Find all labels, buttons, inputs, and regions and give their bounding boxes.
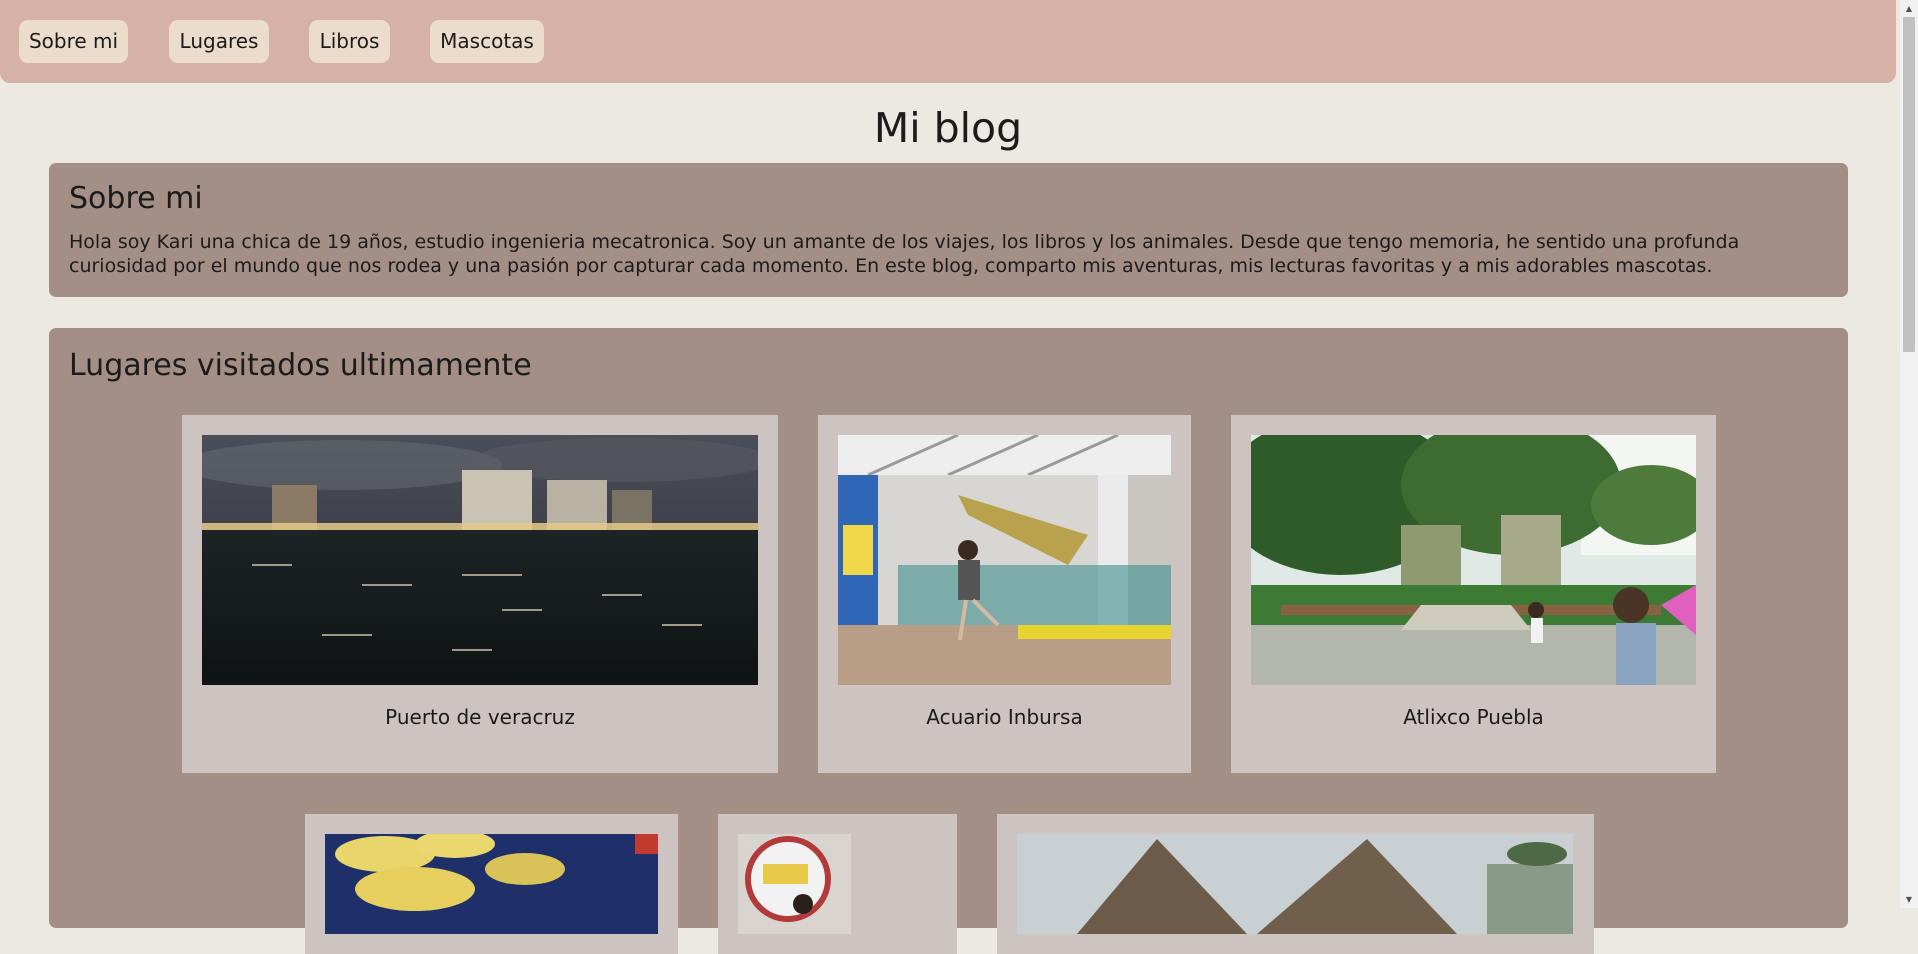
scrollbar-thumb[interactable] — [1903, 17, 1915, 352]
scroll-down-arrow-icon[interactable]: ▼ — [1900, 891, 1918, 908]
place-card-4[interactable] — [305, 814, 678, 954]
acuario-caption: Acuario Inbursa — [926, 705, 1083, 729]
nav-sobre-mi-button[interactable]: Sobre mi — [19, 20, 128, 63]
acuario-photo — [838, 435, 1171, 685]
page-title: Mi blog — [873, 104, 1023, 152]
place-card-veracruz[interactable]: Puerto de veracruz — [182, 415, 778, 773]
nav-mascotas-button[interactable]: Mascotas — [430, 20, 544, 63]
scroll-up-arrow-icon[interactable]: ▲ — [1900, 0, 1918, 17]
places-section: Lugares visitados ultimamente Puerto de … — [49, 328, 1848, 954]
place-card-5[interactable] — [718, 814, 957, 954]
places-heading: Lugares visitados ultimamente — [69, 348, 532, 383]
about-text: Hola soy Kari una chica de 19 años, estu… — [69, 231, 1740, 277]
place-card-atlixco[interactable]: Atlixco Puebla — [1231, 415, 1716, 773]
top-navbar: Sobre mi Lugares Libros Mascotas — [0, 0, 1896, 83]
place-5-photo — [738, 834, 851, 934]
nav-lugares-button[interactable]: Lugares — [169, 20, 269, 63]
place-card-acuario[interactable]: Acuario Inbursa — [818, 415, 1191, 773]
place-card-6[interactable] — [997, 814, 1594, 954]
place-4-photo — [325, 834, 658, 934]
atlixco-photo — [1251, 435, 1696, 685]
place-6-photo — [1017, 834, 1573, 934]
veracruz-caption: Puerto de veracruz — [385, 705, 575, 729]
nav-libros-button[interactable]: Libros — [309, 20, 390, 63]
veracruz-photo — [202, 435, 758, 685]
atlixco-caption: Atlixco Puebla — [1403, 705, 1544, 729]
about-heading: Sobre mi — [69, 181, 203, 216]
